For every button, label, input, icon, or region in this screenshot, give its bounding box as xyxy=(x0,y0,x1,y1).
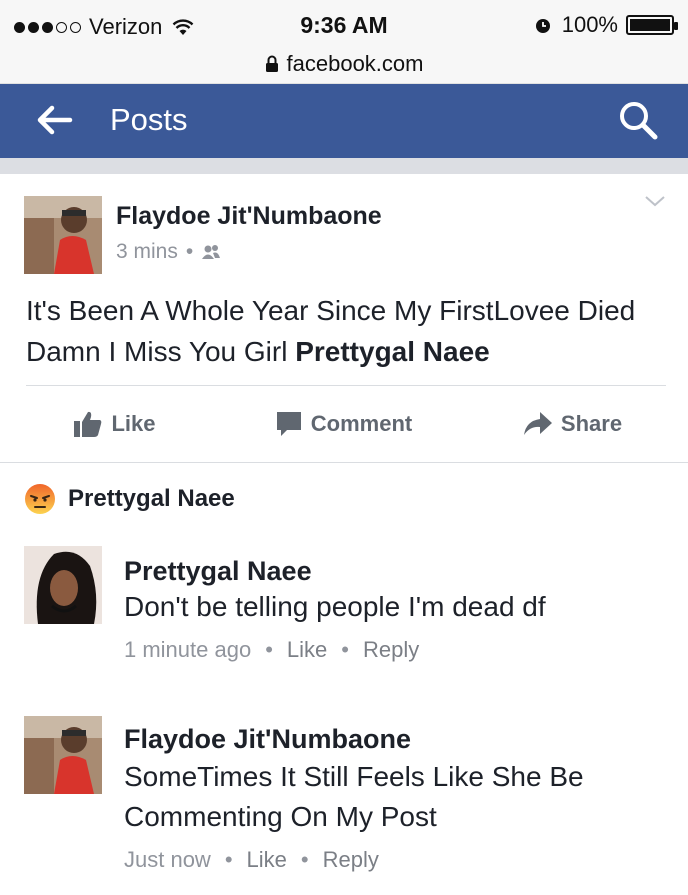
lock-icon xyxy=(265,55,278,72)
comment-time: 1 minute ago xyxy=(124,637,252,662)
post-actions: Like Comment Share xyxy=(0,402,688,446)
avatar[interactable] xyxy=(24,716,102,794)
meta-separator: • xyxy=(300,847,309,872)
like-label: Like xyxy=(111,411,156,436)
post-mention[interactable]: Prettygal Naee xyxy=(295,336,490,367)
comment-button[interactable]: Comment xyxy=(229,402,458,446)
back-arrow-icon[interactable] xyxy=(34,102,74,138)
share-icon xyxy=(523,412,552,435)
meta-separator: • xyxy=(185,240,194,263)
battery-percent: 100% xyxy=(561,12,618,37)
feed-separator xyxy=(0,158,688,174)
comment-label: Comment xyxy=(310,411,413,436)
alarm-icon xyxy=(535,19,550,33)
comment-like-button[interactable]: Like xyxy=(287,637,327,663)
meta-separator: • xyxy=(341,637,349,662)
meta-separator: • xyxy=(224,847,233,872)
chevron-down-icon[interactable] xyxy=(644,194,666,208)
battery-status: 100% xyxy=(534,12,678,38)
post-time[interactable]: 3 mins xyxy=(116,240,178,264)
like-button[interactable]: Like xyxy=(0,402,229,446)
angry-reaction-icon xyxy=(25,484,55,514)
divider xyxy=(26,385,666,386)
comment-icon xyxy=(276,412,301,436)
section-divider xyxy=(0,462,688,463)
comment-meta: 1 minute ago • Like • Reply xyxy=(124,637,419,663)
comment-like-button[interactable]: Like xyxy=(247,847,287,873)
comment-author[interactable]: Flaydoe Jit'Numbaone xyxy=(124,724,411,755)
post-author[interactable]: Flaydoe Jit'Numbaone xyxy=(116,202,382,231)
share-label: Share xyxy=(560,411,623,436)
search-icon[interactable] xyxy=(616,98,660,142)
battery-icon xyxy=(626,15,678,35)
comment-reply-button[interactable]: Reply xyxy=(363,637,419,663)
thumbs-up-icon xyxy=(74,411,102,437)
share-button[interactable]: Share xyxy=(458,402,687,446)
comment-author[interactable]: Prettygal Naee xyxy=(124,556,312,587)
comment-text: Don't be telling people I'm dead df xyxy=(124,591,546,622)
post-meta: 3 mins • xyxy=(116,240,221,264)
friends-icon xyxy=(202,245,221,259)
avatar[interactable] xyxy=(24,546,102,624)
comment-meta: Just now • Like • Reply xyxy=(124,847,379,873)
post-body: It's Been A Whole Year Since My FirstLov… xyxy=(26,290,666,372)
page-title: Posts xyxy=(110,102,188,137)
url-bar[interactable]: facebook.com xyxy=(0,44,688,84)
meta-separator: • xyxy=(265,637,273,662)
status-bar: Verizon 9:36 AM 100% xyxy=(0,0,688,44)
comment-reply-button[interactable]: Reply xyxy=(323,847,379,873)
reaction-user: Prettygal Naee xyxy=(68,485,235,512)
avatar[interactable] xyxy=(24,196,102,274)
reaction-row[interactable]: Prettygal Naee xyxy=(24,483,235,515)
url-text: facebook.com xyxy=(286,50,424,76)
comment-time: Just now xyxy=(124,847,211,872)
comment-text: SomeTimes It Still Feels Like She Be Com… xyxy=(124,761,584,832)
app-header: Posts xyxy=(0,84,688,158)
